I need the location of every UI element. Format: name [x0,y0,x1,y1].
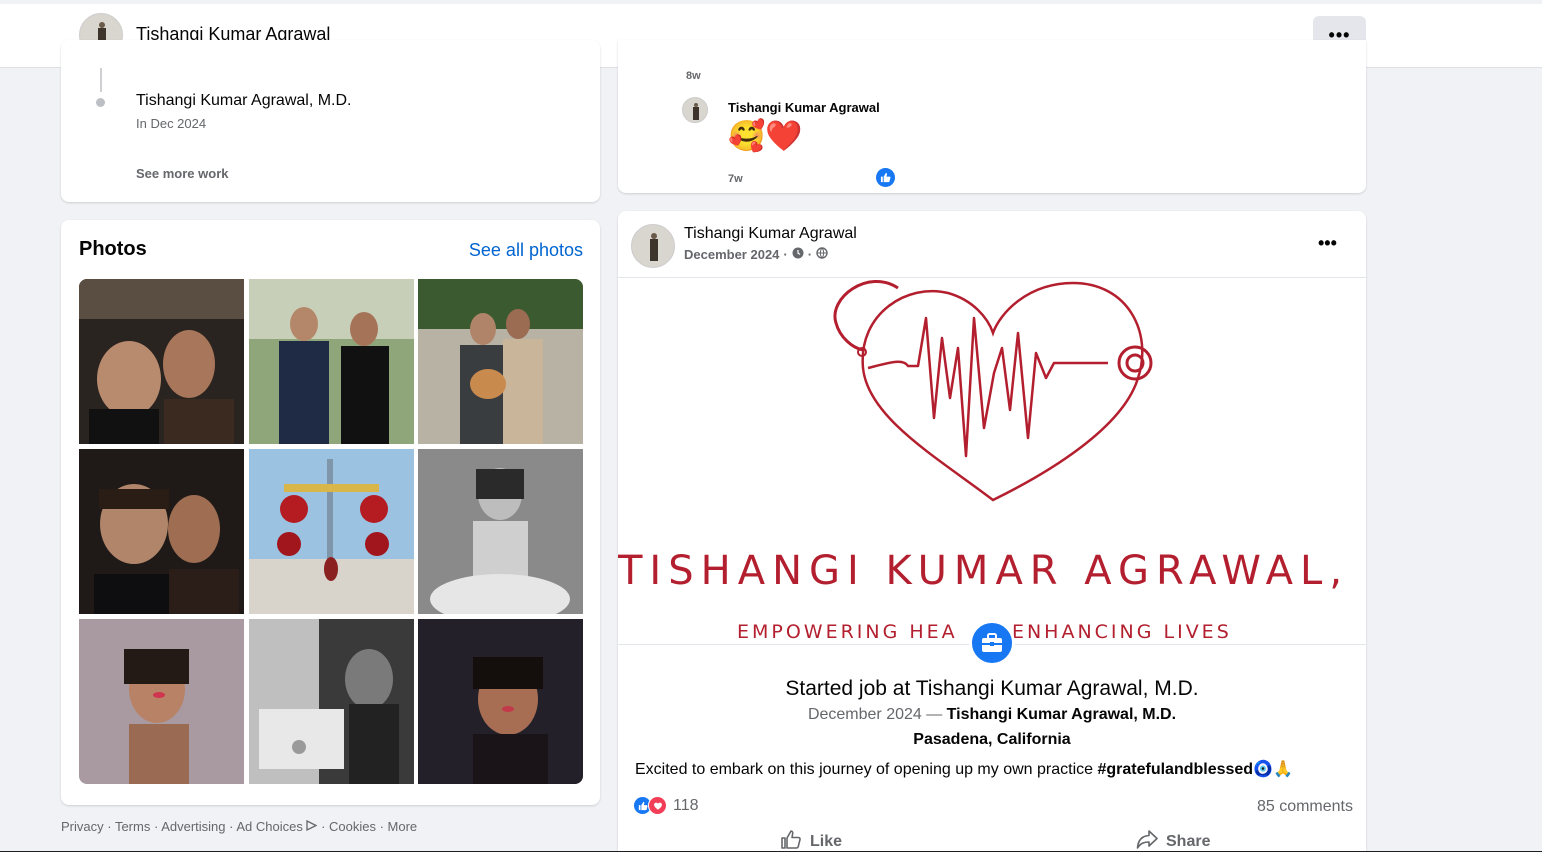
love-reaction-icon [648,796,667,815]
post-meta: December 2024 · · [684,247,828,262]
post-image[interactable]: TISHANGI KUMAR AGRAWAL, MD EMPOWERING HE… [618,277,1366,645]
photo-thumbnail[interactable] [248,619,414,784]
briefcase-icon [969,620,1015,666]
photo-thumbnail[interactable] [79,619,244,784]
commenter-name[interactable]: Tishangi Kumar Agrawal [728,100,880,115]
tagline-left: EMPOWERING HEA [737,621,958,643]
meta-dot: · [783,247,788,262]
job-title[interactable]: Tishangi Kumar Agrawal, M.D. [136,92,351,110]
footer-separator: · [150,819,162,834]
footer-link-cookies[interactable]: Cookies [329,819,376,834]
photo-thumbnail[interactable] [248,279,414,444]
footer-link-ad-choices[interactable]: Ad Choices [236,819,302,834]
footer-separator: · [375,819,388,834]
see-all-photos-link[interactable]: See all photos [469,240,583,261]
life-event-location[interactable]: Pasadena, California [618,731,1366,749]
tagline-right: ENHANCING LIVES [1011,621,1232,643]
post-card: Tishangi Kumar Agrawal December 2024 · ·… [618,211,1366,852]
footer-separator: · [103,819,115,834]
post-more-options-button[interactable]: ••• [1318,233,1337,254]
timeline-line [100,68,102,92]
comments-count[interactable]: 85 comments [1257,798,1353,816]
job-date: In Dec 2024 [136,116,207,131]
photo-grid [79,279,583,784]
post-date[interactable]: December 2024 [684,247,779,262]
globe-icon[interactable] [816,247,828,262]
photos-card: Photos See all photos [61,220,600,805]
reaction-count[interactable]: 118 [673,797,699,815]
photo-thumbnail[interactable] [418,619,583,784]
work-history-card: Tishangi Kumar Agrawal, M.D. In Dec 2024… [61,40,600,202]
footer-link-more[interactable]: More [388,819,418,834]
reactions-summary[interactable]: 118 [633,796,699,815]
footer-link-advertising[interactable]: Advertising [161,819,225,834]
meta-dot: · [807,247,813,262]
footer-link-terms[interactable]: Terms [115,819,150,834]
see-more-work-link[interactable]: See more work [136,166,229,181]
thumbs-up-icon [780,829,802,852]
like-button[interactable]: Like [780,829,842,852]
comment-text: 🥰❤️ [728,120,803,153]
reply-timestamp[interactable]: 7w [728,173,743,185]
post-emoji: 🧿🙏 [1253,761,1293,778]
share-button[interactable]: Share [1136,829,1210,852]
life-event-organization[interactable]: Tishangi Kumar Agrawal, M.D. [947,706,1176,723]
clock-icon [792,247,804,262]
ad-choices-icon [306,819,318,834]
photo-thumbnail[interactable] [418,279,583,444]
footer-separator: · [225,819,237,834]
photo-thumbnail[interactable] [79,449,244,614]
brand-name-text: TISHANGI KUMAR AGRAWAL, MD [618,548,1366,594]
life-event-title: Started job at Tishangi Kumar Agrawal, M… [785,677,1199,700]
timeline-dot [96,98,105,107]
footer-link-privacy[interactable]: Privacy [61,819,104,834]
life-event-date: December 2024 — [807,706,947,723]
share-label: Share [1166,832,1211,850]
like-reaction-icon[interactable] [876,168,895,187]
footer-links: Privacy · Terms · Advertising · Ad Choic… [61,819,417,834]
commenter-avatar[interactable] [682,97,708,123]
post-text: Excited to embark on this journey of ope… [635,759,1293,779]
like-label: Like [810,832,843,850]
comments-section-card: 8w Tishangi Kumar Agrawal 🥰❤️ 7w [618,40,1366,193]
photo-thumbnail[interactable] [79,279,244,444]
hashtag-link[interactable]: #gratefulandblessed [1097,761,1253,778]
share-icon [1136,829,1158,852]
comment-timestamp[interactable]: 8w [686,70,701,82]
footer-separator: · [317,819,330,834]
post-body: Excited to embark on this journey of ope… [635,761,1098,778]
photos-title: Photos [79,238,147,260]
post-author-name[interactable]: Tishangi Kumar Agrawal [684,225,857,243]
heart-stethoscope-logo [833,280,1153,502]
photo-thumbnail[interactable] [248,449,414,614]
post-author-avatar[interactable] [631,224,675,268]
life-event-subtitle: December 2024 — Tishangi Kumar Agrawal, … [618,706,1366,724]
photo-thumbnail[interactable] [418,449,583,614]
